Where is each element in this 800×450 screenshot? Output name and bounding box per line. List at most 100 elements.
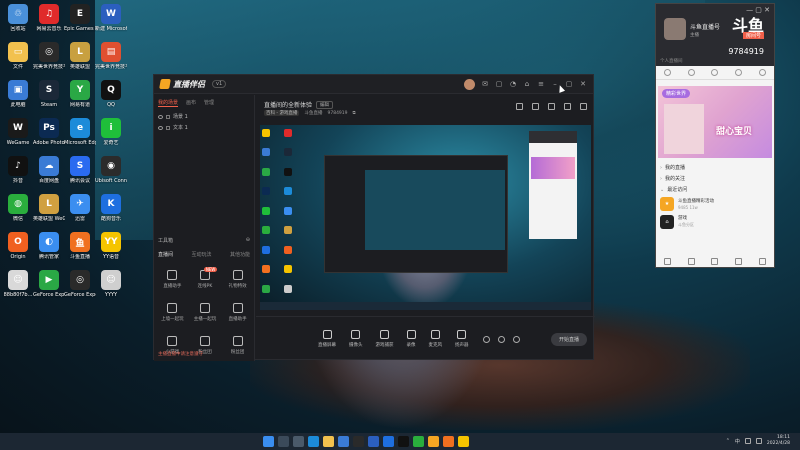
desktop-icon[interactable]: ♫ 网易云音乐 xyxy=(33,2,65,42)
desktop-icon[interactable]: O Origin xyxy=(2,230,34,270)
tool-button[interactable]: 粉丝团 xyxy=(221,336,254,355)
app-icon[interactable] xyxy=(398,436,409,447)
app-icon[interactable] xyxy=(368,436,379,447)
desktop-icon[interactable]: ✈ 迅雷 xyxy=(64,192,96,232)
tab-manage[interactable]: 管理 xyxy=(204,99,214,107)
bell-icon[interactable]: ◔ xyxy=(509,80,517,88)
desktop-icon[interactable]: ♲ 回收站 xyxy=(2,2,34,42)
scene-item[interactable]: 场景 1 xyxy=(154,111,254,122)
tab-room[interactable]: 直播间 xyxy=(158,251,173,258)
settings-icon[interactable] xyxy=(548,103,555,110)
desktop-icon[interactable]: ▶ GeForce Experience xyxy=(33,268,65,308)
app-icon[interactable] xyxy=(353,436,364,447)
desktop-icon[interactable]: Ps Adobe Photoshop xyxy=(33,116,65,156)
desktop-icon[interactable]: ◎ 完美世界竞技平台 xyxy=(33,40,65,80)
user-icon[interactable] xyxy=(711,69,719,76)
desktop-icon[interactable]: W WeGame xyxy=(2,116,34,156)
settings-icon[interactable] xyxy=(758,258,766,265)
grid-icon[interactable] xyxy=(758,69,766,76)
list-item[interactable]: › 我的直播 xyxy=(660,162,770,173)
chat-icon[interactable] xyxy=(687,258,695,265)
desktop-icon[interactable]: e Microsoft Edge xyxy=(64,116,96,156)
desktop-icon[interactable]: ▣ 此电脑 xyxy=(2,78,34,118)
home-icon[interactable] xyxy=(664,69,672,76)
close-icon[interactable]: ✕ xyxy=(579,80,587,88)
menu-icon[interactable]: ≡ xyxy=(537,80,545,88)
desktop-icon[interactable]: YY YY语音 xyxy=(95,230,127,270)
source-button[interactable]: 直播屏幕 xyxy=(318,330,336,348)
source-button[interactable]: 麦克风 xyxy=(429,330,442,348)
heart-icon[interactable] xyxy=(687,69,695,76)
desktop-icon[interactable]: L 英雄联盟 xyxy=(64,40,96,80)
folder-icon[interactable] xyxy=(323,436,334,447)
gift-icon[interactable] xyxy=(516,103,523,110)
source-button[interactable]: 扬声器 xyxy=(455,330,469,348)
volume-icon[interactable] xyxy=(755,438,762,444)
desktop-icon[interactable]: i 爱奇艺 xyxy=(95,116,127,156)
tab-canvas[interactable]: 画布 xyxy=(186,99,196,107)
tool-button[interactable]: 直播助手 xyxy=(156,270,189,289)
app-icon[interactable] xyxy=(458,436,469,447)
desktop-icon[interactable]: ◎ GeForce Experience xyxy=(64,268,96,308)
shirt-icon[interactable]: ⌂ xyxy=(523,80,531,88)
network-icon[interactable] xyxy=(744,438,751,444)
source-button[interactable]: 游戏捕获 xyxy=(376,330,394,348)
desktop-icon[interactable]: ♪ 抖音 xyxy=(2,154,34,194)
stream-preview[interactable] xyxy=(260,125,591,310)
desktop-icon[interactable]: K 酷狗音乐 xyxy=(95,192,127,232)
eye-icon[interactable] xyxy=(158,125,163,130)
desktop-icon[interactable]: W 新建 Microsoft Word 文档 xyxy=(95,2,127,42)
gamepad-icon[interactable] xyxy=(664,258,672,265)
maximize-icon[interactable]: ▢ xyxy=(565,80,573,88)
notification-icon[interactable] xyxy=(564,103,571,110)
recent-card[interactable]: ★ 斗鱼直播精彩活动 9485 11w xyxy=(660,195,770,213)
desktop-icon[interactable]: ▤ 完美世界竞技平台 xyxy=(95,40,127,80)
app-icon[interactable] xyxy=(428,436,439,447)
collapse-icon[interactable]: ⊖ xyxy=(246,237,250,244)
app-icon[interactable] xyxy=(443,436,454,447)
tool-button[interactable]: 主播一起玩 xyxy=(189,303,222,322)
desktop-icon[interactable]: 鱼斗鱼直播 xyxy=(64,230,96,270)
desktop-icon[interactable]: L 英雄联盟 WeGame版 xyxy=(33,192,65,232)
source-button[interactable]: 摄像头 xyxy=(349,330,363,348)
desktop-icon[interactable]: ◉ Ubisoft Connect xyxy=(95,154,127,194)
start-stream-button[interactable]: 开始直播 xyxy=(550,332,587,346)
lock-icon[interactable] xyxy=(166,114,170,119)
chat-icon[interactable]: ▢ xyxy=(495,80,503,88)
timer-icon[interactable] xyxy=(497,335,505,343)
desktop-icon[interactable]: ◍ 微信 xyxy=(2,192,34,232)
tool-button[interactable]: 礼物特效 xyxy=(221,270,254,289)
app-icon[interactable] xyxy=(383,436,394,447)
mail-icon[interactable]: ✉ xyxy=(481,80,489,88)
search-icon[interactable] xyxy=(278,436,289,447)
eye-icon[interactable] xyxy=(158,114,163,119)
desktop-icon[interactable]: S Steam xyxy=(33,78,65,118)
version-badge[interactable]: v1 xyxy=(212,80,227,88)
start-icon[interactable] xyxy=(263,436,274,447)
share-icon[interactable] xyxy=(580,103,587,110)
tool-button[interactable]: 上墙一起玩 xyxy=(156,303,189,322)
desktop-icon[interactable]: ◐ 腾讯管家 xyxy=(33,230,65,270)
room-title-text[interactable]: 直播间的全新体验 xyxy=(264,100,312,109)
clock[interactable]: 18:11 2022/4/28 xyxy=(767,435,790,447)
source-button[interactable]: 录像 xyxy=(406,330,416,348)
store-icon[interactable] xyxy=(338,436,349,447)
desktop-icon[interactable]: ☁ 百度网盘 xyxy=(33,154,65,194)
camera-toggle-icon[interactable] xyxy=(482,335,490,343)
image-icon[interactable] xyxy=(711,258,719,265)
history-icon[interactable] xyxy=(735,69,743,76)
desktop-icon[interactable]: Y 网易有道 xyxy=(64,78,96,118)
tab-interactive[interactable]: 互动玩法 xyxy=(191,251,211,258)
wechat-icon[interactable] xyxy=(413,436,424,447)
gear-icon[interactable] xyxy=(512,335,520,343)
category-tag[interactable]: 百科 - 游戏直播 xyxy=(264,110,300,116)
chevron-up-icon[interactable]: ⌃ xyxy=(726,438,730,444)
list-item[interactable]: › 我的关注 xyxy=(660,173,770,184)
desktop-icon[interactable]: ☺ YYYY xyxy=(95,268,127,308)
task-view-icon[interactable] xyxy=(293,436,304,447)
layers-icon[interactable] xyxy=(532,103,539,110)
tool-button[interactable]: 连线PK NEW xyxy=(189,267,222,289)
tab-other[interactable]: 其他功能 xyxy=(230,251,250,258)
edge-icon[interactable] xyxy=(308,436,319,447)
language-indicator[interactable]: 中 xyxy=(735,438,740,445)
